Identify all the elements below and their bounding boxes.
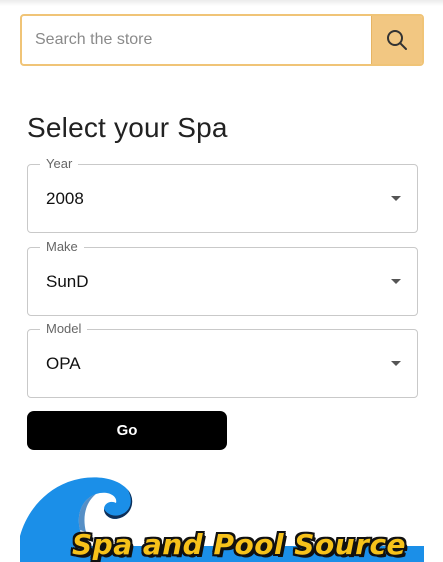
make-select[interactable]: Make SunD: [27, 239, 418, 316]
caret-down-icon: [391, 361, 401, 366]
make-select-value: SunD: [46, 272, 89, 291]
header-shadow: [0, 0, 443, 6]
search-bar: [20, 14, 424, 66]
year-select-value: 2008: [46, 189, 84, 208]
search-button[interactable]: [371, 16, 422, 64]
year-select[interactable]: Year 2008: [27, 156, 418, 233]
search-input[interactable]: [22, 16, 371, 64]
search-icon: [386, 29, 408, 51]
caret-down-icon: [391, 279, 401, 284]
section-title: Select your Spa: [27, 112, 228, 143]
store-logo[interactable]: Spa and Pool Source: [20, 474, 424, 562]
go-button[interactable]: Go: [27, 411, 227, 450]
make-select-label: Make: [40, 239, 84, 255]
model-select[interactable]: Model OPA: [27, 321, 418, 398]
year-select-label: Year: [40, 156, 79, 172]
model-select-label: Model: [40, 321, 88, 337]
logo-text: Spa and Pool Source: [72, 528, 407, 561]
model-select-value: OPA: [46, 354, 81, 373]
caret-down-icon: [391, 196, 401, 201]
